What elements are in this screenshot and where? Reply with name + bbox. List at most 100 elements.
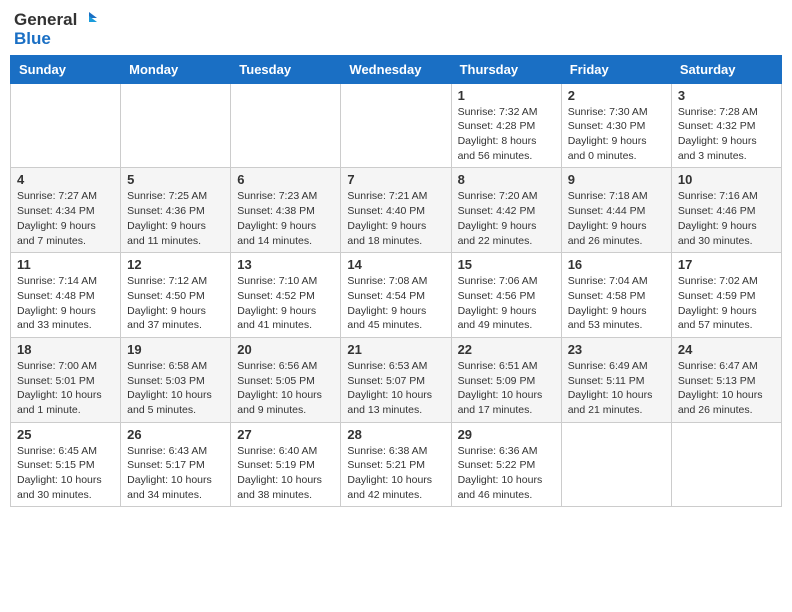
day-info: Sunrise: 7:10 AMSunset: 4:52 PMDaylight:…: [237, 274, 334, 333]
calendar-day-cell: 11Sunrise: 7:14 AMSunset: 4:48 PMDayligh…: [11, 253, 121, 338]
day-info: Sunrise: 6:36 AMSunset: 5:22 PMDaylight:…: [458, 444, 555, 503]
day-info: Sunrise: 6:58 AMSunset: 5:03 PMDaylight:…: [127, 359, 224, 418]
day-info: Sunrise: 6:40 AMSunset: 5:19 PMDaylight:…: [237, 444, 334, 503]
calendar-header-row: SundayMondayTuesdayWednesdayThursdayFrid…: [11, 55, 782, 83]
logo: General Blue: [14, 10, 99, 49]
day-number: 19: [127, 342, 224, 357]
day-number: 1: [458, 88, 555, 103]
calendar-day-cell: 9 Sunrise: 7:18 AMSunset: 4:44 PMDaylight…: [561, 168, 671, 253]
day-number: 10: [678, 172, 775, 187]
day-number: 15: [458, 257, 555, 272]
calendar-day-cell: 6 Sunrise: 7:23 AMSunset: 4:38 PMDaylight…: [231, 168, 341, 253]
calendar-day-cell: 27Sunrise: 6:40 AMSunset: 5:19 PMDayligh…: [231, 422, 341, 507]
calendar-day-cell: 2 Sunrise: 7:30 AMSunset: 4:30 PMDaylight…: [561, 83, 671, 168]
day-number: 3: [678, 88, 775, 103]
day-info: Sunrise: 7:32 AMSunset: 4:28 PMDaylight:…: [458, 105, 555, 164]
calendar-day-cell: [561, 422, 671, 507]
day-info: Sunrise: 6:38 AMSunset: 5:21 PMDaylight:…: [347, 444, 444, 503]
day-info: Sunrise: 7:30 AMSunset: 4:30 PMDaylight:…: [568, 105, 665, 164]
calendar-day-cell: 28 Sunrise: 6:38 AMSunset: 5:21 PMDayligh…: [341, 422, 451, 507]
calendar-day-cell: 25Sunrise: 6:45 AMSunset: 5:15 PMDayligh…: [11, 422, 121, 507]
day-info: Sunrise: 6:47 AMSunset: 5:13 PMDaylight:…: [678, 359, 775, 418]
day-info: Sunrise: 7:16 AMSunset: 4:46 PMDaylight:…: [678, 189, 775, 248]
day-number: 16: [568, 257, 665, 272]
day-info: Sunrise: 7:12 AMSunset: 4:50 PMDaylight:…: [127, 274, 224, 333]
calendar-day-cell: 20 Sunrise: 6:56 AMSunset: 5:05 PMDayligh…: [231, 337, 341, 422]
header: General Blue: [10, 10, 782, 49]
calendar-day-cell: 19 Sunrise: 6:58 AMSunset: 5:03 PMDayligh…: [121, 337, 231, 422]
day-info: Sunrise: 7:04 AMSunset: 4:58 PMDaylight:…: [568, 274, 665, 333]
day-of-week-header: Friday: [561, 55, 671, 83]
day-info: Sunrise: 7:08 AMSunset: 4:54 PMDaylight:…: [347, 274, 444, 333]
calendar-day-cell: 16 Sunrise: 7:04 AMSunset: 4:58 PMDayligh…: [561, 253, 671, 338]
day-number: 23: [568, 342, 665, 357]
day-info: Sunrise: 6:43 AMSunset: 5:17 PMDaylight:…: [127, 444, 224, 503]
logo-bird-icon: [79, 10, 99, 30]
calendar-day-cell: 21Sunrise: 6:53 AMSunset: 5:07 PMDayligh…: [341, 337, 451, 422]
day-info: Sunrise: 7:02 AMSunset: 4:59 PMDaylight:…: [678, 274, 775, 333]
calendar-day-cell: 4 Sunrise: 7:27 AMSunset: 4:34 PMDaylight…: [11, 168, 121, 253]
day-number: 13: [237, 257, 334, 272]
calendar-day-cell: [341, 83, 451, 168]
calendar-day-cell: 26 Sunrise: 6:43 AMSunset: 5:17 PMDayligh…: [121, 422, 231, 507]
day-info: Sunrise: 6:49 AMSunset: 5:11 PMDaylight:…: [568, 359, 665, 418]
day-number: 4: [17, 172, 114, 187]
day-number: 7: [347, 172, 444, 187]
calendar-day-cell: 23 Sunrise: 6:49 AMSunset: 5:11 PMDayligh…: [561, 337, 671, 422]
day-info: Sunrise: 7:27 AMSunset: 4:34 PMDaylight:…: [17, 189, 114, 248]
day-info: Sunrise: 7:06 AMSunset: 4:56 PMDaylight:…: [458, 274, 555, 333]
calendar-day-cell: 17 Sunrise: 7:02 AMSunset: 4:59 PMDayligh…: [671, 253, 781, 338]
day-number: 22: [458, 342, 555, 357]
day-info: Sunrise: 7:14 AMSunset: 4:48 PMDaylight:…: [17, 274, 114, 333]
day-number: 14: [347, 257, 444, 272]
calendar-week-row: 11Sunrise: 7:14 AMSunset: 4:48 PMDayligh…: [11, 253, 782, 338]
day-info: Sunrise: 6:51 AMSunset: 5:09 PMDaylight:…: [458, 359, 555, 418]
day-number: 12: [127, 257, 224, 272]
calendar-day-cell: 14 Sunrise: 7:08 AMSunset: 4:54 PMDayligh…: [341, 253, 451, 338]
day-info: Sunrise: 7:21 AMSunset: 4:40 PMDaylight:…: [347, 189, 444, 248]
day-number: 8: [458, 172, 555, 187]
calendar-day-cell: 10 Sunrise: 7:16 AMSunset: 4:46 PMDayligh…: [671, 168, 781, 253]
calendar-day-cell: 7 Sunrise: 7:21 AMSunset: 4:40 PMDaylight…: [341, 168, 451, 253]
day-of-week-header: Monday: [121, 55, 231, 83]
logo-general-text: General: [14, 11, 77, 30]
day-number: 28: [347, 427, 444, 442]
calendar-day-cell: [121, 83, 231, 168]
calendar-week-row: 25Sunrise: 6:45 AMSunset: 5:15 PMDayligh…: [11, 422, 782, 507]
day-number: 9: [568, 172, 665, 187]
calendar-day-cell: 13 Sunrise: 7:10 AMSunset: 4:52 PMDayligh…: [231, 253, 341, 338]
day-info: Sunrise: 7:23 AMSunset: 4:38 PMDaylight:…: [237, 189, 334, 248]
day-number: 18: [17, 342, 114, 357]
calendar-day-cell: 1 Sunrise: 7:32 AMSunset: 4:28 PMDaylight…: [451, 83, 561, 168]
day-info: Sunrise: 7:18 AMSunset: 4:44 PMDaylight:…: [568, 189, 665, 248]
day-number: 5: [127, 172, 224, 187]
calendar-day-cell: [231, 83, 341, 168]
calendar-week-row: 1 Sunrise: 7:32 AMSunset: 4:28 PMDaylight…: [11, 83, 782, 168]
logo-blue-text: Blue: [14, 29, 51, 48]
calendar-day-cell: 29Sunrise: 6:36 AMSunset: 5:22 PMDayligh…: [451, 422, 561, 507]
calendar-week-row: 18 Sunrise: 7:00 AMSunset: 5:01 PMDayligh…: [11, 337, 782, 422]
day-number: 25: [17, 427, 114, 442]
calendar-day-cell: 15 Sunrise: 7:06 AMSunset: 4:56 PMDayligh…: [451, 253, 561, 338]
calendar-week-row: 4 Sunrise: 7:27 AMSunset: 4:34 PMDaylight…: [11, 168, 782, 253]
day-number: 20: [237, 342, 334, 357]
day-info: Sunrise: 7:00 AMSunset: 5:01 PMDaylight:…: [17, 359, 114, 418]
day-of-week-header: Saturday: [671, 55, 781, 83]
calendar-day-cell: [671, 422, 781, 507]
logo-container: General Blue: [14, 10, 99, 49]
day-number: 26: [127, 427, 224, 442]
day-info: Sunrise: 6:56 AMSunset: 5:05 PMDaylight:…: [237, 359, 334, 418]
day-of-week-header: Tuesday: [231, 55, 341, 83]
day-number: 17: [678, 257, 775, 272]
day-of-week-header: Sunday: [11, 55, 121, 83]
day-number: 2: [568, 88, 665, 103]
calendar-day-cell: 3Sunrise: 7:28 AMSunset: 4:32 PMDaylight…: [671, 83, 781, 168]
calendar-day-cell: [11, 83, 121, 168]
day-info: Sunrise: 6:53 AMSunset: 5:07 PMDaylight:…: [347, 359, 444, 418]
day-info: Sunrise: 7:20 AMSunset: 4:42 PMDaylight:…: [458, 189, 555, 248]
day-of-week-header: Thursday: [451, 55, 561, 83]
calendar-day-cell: 24Sunrise: 6:47 AMSunset: 5:13 PMDayligh…: [671, 337, 781, 422]
calendar-day-cell: 22 Sunrise: 6:51 AMSunset: 5:09 PMDayligh…: [451, 337, 561, 422]
day-number: 6: [237, 172, 334, 187]
day-of-week-header: Wednesday: [341, 55, 451, 83]
